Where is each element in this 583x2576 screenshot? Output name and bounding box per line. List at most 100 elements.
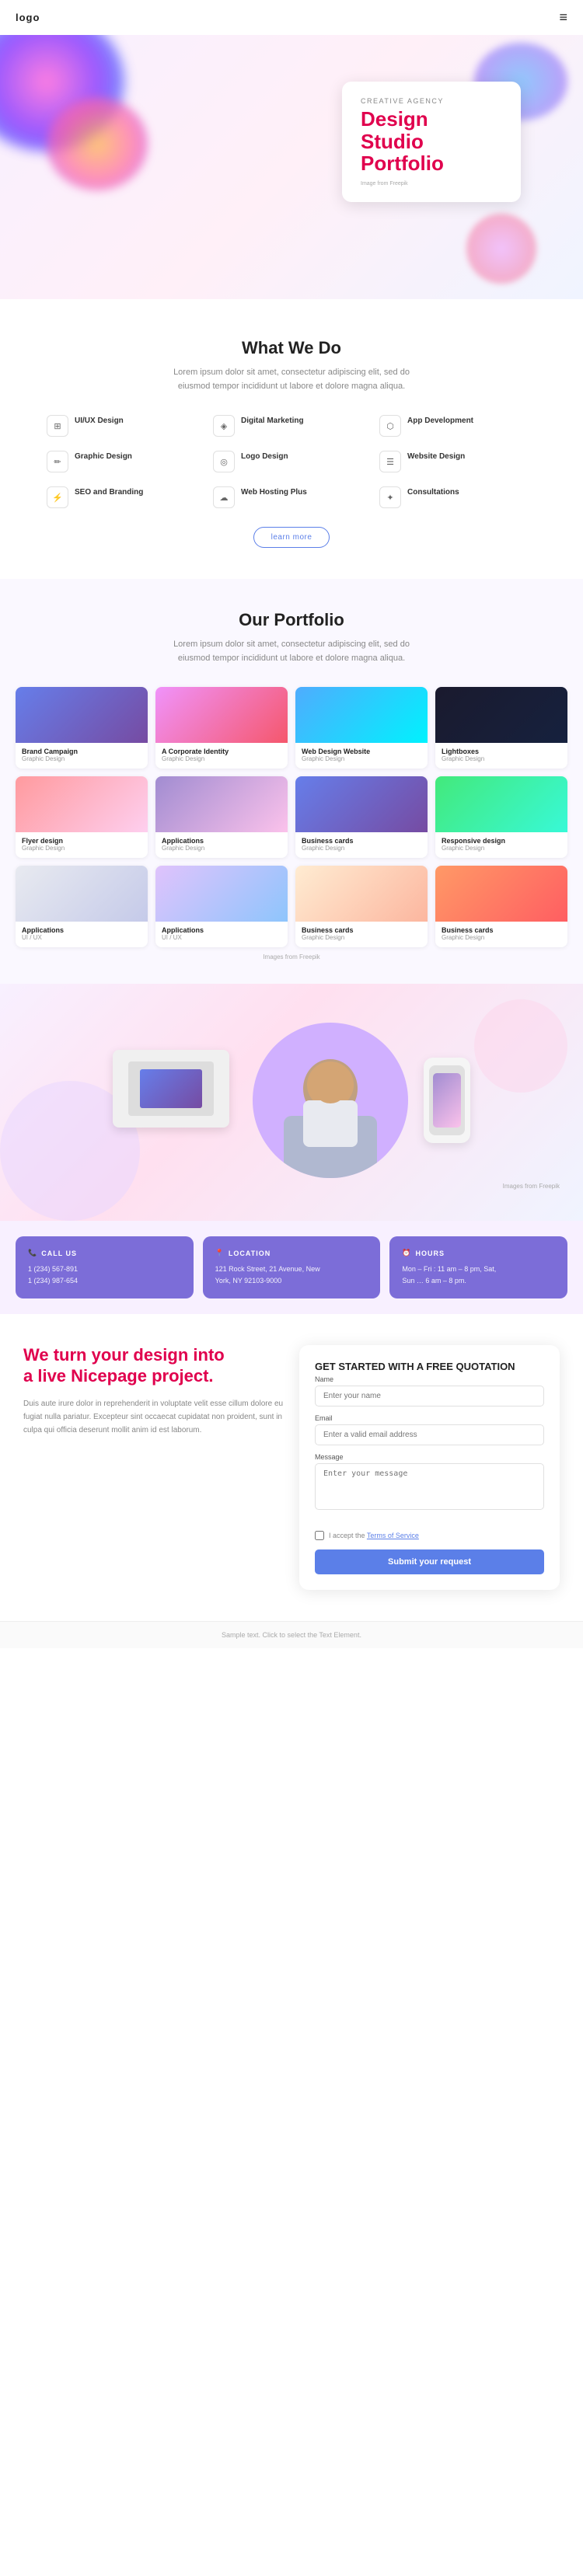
info-box-icon: 📍 [215, 1249, 225, 1257]
service-name: Consultations [407, 488, 459, 497]
portfolio-images-credit: Images from Freepik [16, 953, 567, 960]
portfolio-label: Business cards Graphic Design [435, 922, 567, 947]
portfolio-item[interactable]: Applications Graphic Design [155, 776, 288, 858]
portfolio-item-category: Graphic Design [302, 934, 421, 941]
hero-sub-label: CREATIVE AGENCY [361, 97, 502, 105]
form-left-content: We turn your design into a live Nicepage… [23, 1345, 284, 1437]
portfolio-item-category: Graphic Design [22, 845, 141, 852]
message-label: Message [315, 1453, 544, 1461]
service-name: App Development [407, 417, 473, 425]
team-section: Images from Freepik [0, 984, 583, 1221]
portfolio-item-category: UI / UX [162, 934, 281, 941]
info-box-title: ⏰ HOURS [402, 1249, 555, 1257]
portfolio-item-name: Flyer design [22, 837, 141, 845]
portfolio-label: Applications UI / UX [155, 922, 288, 947]
portfolio-label: Lightboxes Graphic Design [435, 743, 567, 769]
info-box: 📍 LOCATION 121 Rock Street, 21 Avenue, N… [203, 1236, 381, 1298]
portfolio-item-category: Graphic Design [162, 845, 281, 852]
service-icon: ⚡ [47, 486, 68, 508]
portfolio-label: Business cards Graphic Design [295, 832, 428, 858]
portfolio-item[interactable]: Applications UI / UX [155, 866, 288, 947]
portfolio-thumb [16, 866, 148, 922]
service-icon: ☰ [379, 451, 401, 472]
team-person-svg [260, 1030, 400, 1178]
portfolio-item[interactable]: A Corporate Identity Graphic Design [155, 687, 288, 769]
portfolio-item-name: Brand Campaign [22, 748, 141, 755]
message-textarea[interactable] [315, 1463, 544, 1510]
portfolio-item-name: Applications [162, 926, 281, 934]
team-desk-wrap [113, 1050, 237, 1151]
footer-note: Sample text. Click to select the Text El… [0, 1621, 583, 1648]
portfolio-item[interactable]: Business cards Graphic Design [435, 866, 567, 947]
portfolio-thumb [16, 776, 148, 832]
portfolio-thumb [435, 687, 567, 743]
service-item: ⊞ UI/UX Design [47, 415, 204, 437]
what-we-do-desc: Lorem ipsum dolor sit amet, consectetur … [159, 366, 424, 393]
portfolio-thumb [155, 776, 288, 832]
desk-mockup [113, 1050, 229, 1128]
service-name: Graphic Design [75, 452, 132, 461]
portfolio-item[interactable]: Business cards Graphic Design [295, 866, 428, 947]
terms-checkbox[interactable] [315, 1531, 324, 1540]
service-item: ◈ Digital Marketing [213, 415, 370, 437]
learn-more-button[interactable]: learn more [253, 527, 330, 548]
portfolio-item-category: Graphic Design [442, 845, 561, 852]
service-icon: ⊞ [47, 415, 68, 437]
hero-blob-4 [466, 214, 536, 284]
service-item: ⚡ SEO and Branding [47, 486, 204, 508]
desk-screen [128, 1061, 214, 1116]
hero-card: CREATIVE AGENCY Design Studio Portfolio … [342, 82, 521, 202]
portfolio-section: Our Portfolio Lorem ipsum dolor sit amet… [0, 579, 583, 984]
service-item: ☰ Website Design [379, 451, 536, 472]
service-name: Digital Marketing [241, 417, 304, 425]
portfolio-item[interactable]: Flyer design Graphic Design [16, 776, 148, 858]
team-image-wrap [253, 1023, 408, 1178]
hero-image-credit: Image from Freepik [361, 181, 502, 186]
portfolio-item-category: Graphic Design [162, 755, 281, 762]
info-box-text: 1 (234) 567-8911 (234) 987-654 [28, 1264, 181, 1286]
email-input[interactable] [315, 1424, 544, 1445]
portfolio-item[interactable]: Lightboxes Graphic Design [435, 687, 567, 769]
info-box-title: 📍 LOCATION [215, 1249, 368, 1257]
service-icon: ◎ [213, 451, 235, 472]
info-box: 📞 CALL US 1 (234) 567-8911 (234) 987-654 [16, 1236, 194, 1298]
info-boxes: 📞 CALL US 1 (234) 567-8911 (234) 987-654… [0, 1221, 583, 1314]
portfolio-label: Business cards Graphic Design [295, 922, 428, 947]
service-item: ✦ Consultations [379, 486, 536, 508]
portfolio-thumb [16, 687, 148, 743]
portfolio-thumb [435, 866, 567, 922]
portfolio-thumb [435, 776, 567, 832]
menu-icon[interactable]: ≡ [559, 9, 567, 26]
hero-title-line1: Design [361, 107, 428, 131]
service-icon: ⬡ [379, 415, 401, 437]
portfolio-item[interactable]: Applications UI / UX [16, 866, 148, 947]
submit-button[interactable]: Submit your request [315, 1549, 544, 1574]
email-label: Email [315, 1414, 544, 1422]
portfolio-item[interactable]: Brand Campaign Graphic Design [16, 687, 148, 769]
portfolio-item[interactable]: Business cards Graphic Design [295, 776, 428, 858]
portfolio-item-name: Business cards [442, 926, 561, 934]
portfolio-item[interactable]: Responsive design Graphic Design [435, 776, 567, 858]
hero-section: CREATIVE AGENCY Design Studio Portfolio … [0, 35, 583, 299]
checkbox-row: I accept the Terms of Service [315, 1531, 544, 1540]
name-input[interactable] [315, 1386, 544, 1407]
terms-link[interactable]: Terms of Service [367, 1532, 419, 1539]
portfolio-item-category: Graphic Design [22, 755, 141, 762]
service-icon: ◈ [213, 415, 235, 437]
what-we-do-section: What We Do Lorem ipsum dolor sit amet, c… [0, 299, 583, 579]
service-name: UI/UX Design [75, 417, 124, 425]
portfolio-item-name: Lightboxes [442, 748, 561, 755]
portfolio-item-name: Responsive design [442, 837, 561, 845]
portfolio-thumb [295, 687, 428, 743]
service-item: ☁ Web Hosting Plus [213, 486, 370, 508]
portfolio-item[interactable]: Web Design Website Graphic Design [295, 687, 428, 769]
portfolio-label: Flyer design Graphic Design [16, 832, 148, 858]
hero-title: Design Studio Portfolio [361, 108, 502, 175]
form-title: GET STARTED WITH A FREE QUOTATION [315, 1361, 544, 1372]
form-section: We turn your design into a live Nicepage… [0, 1314, 583, 1621]
hero-title-line3: Portfolio [361, 152, 444, 175]
portfolio-item-category: Graphic Design [302, 755, 421, 762]
service-icon: ☁ [213, 486, 235, 508]
portfolio-item-category: Graphic Design [442, 755, 561, 762]
form-left-desc: Duis aute irure dolor in reprehenderit i… [23, 1397, 284, 1437]
